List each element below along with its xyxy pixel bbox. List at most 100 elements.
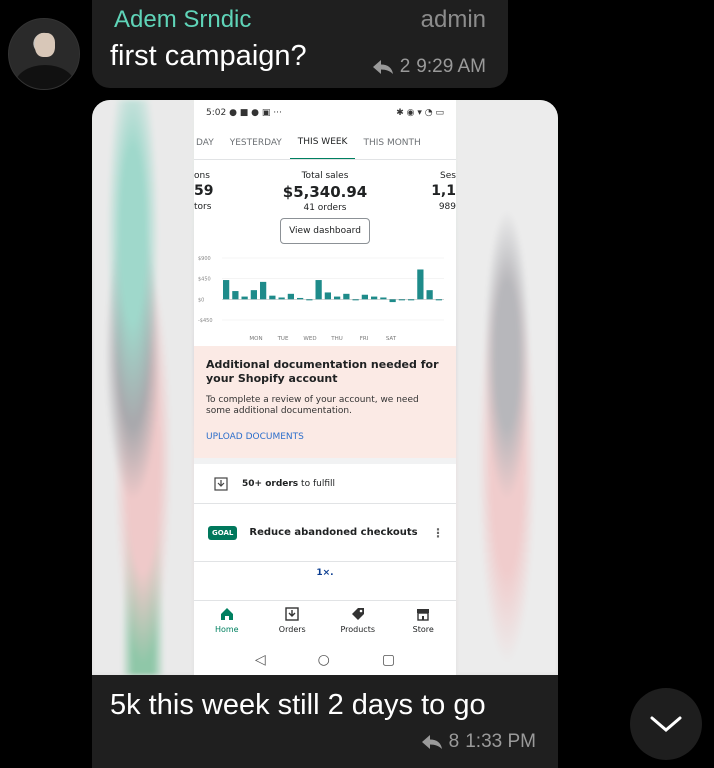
android-nav-bar: ◁ ○ ▢: [194, 644, 456, 675]
tab-yesterday[interactable]: YESTERDAY: [222, 126, 290, 159]
goal-card[interactable]: GOAL Reduce abandoned checkouts ⋮: [194, 504, 456, 562]
view-dashboard-button[interactable]: View dashboard: [280, 218, 370, 244]
chart-bar: [343, 293, 350, 300]
orders-to-fulfill-card[interactable]: 50+ orders to fulfill: [194, 458, 456, 504]
partial-content: 1×.: [316, 568, 334, 578]
total-sales-orders: 41 orders: [303, 203, 347, 214]
avatar-face: [35, 33, 55, 57]
chart-bar: [287, 293, 294, 300]
orders-icon: [285, 607, 299, 621]
nav-home-label: Home: [214, 625, 239, 634]
message-time-2: 1:33 PM: [465, 731, 536, 752]
nav-home[interactable]: Home: [197, 601, 257, 644]
more-options-icon[interactable]: ⋮: [432, 526, 444, 540]
nav-store[interactable]: Store: [393, 601, 453, 644]
orders-count: 50+ orders: [242, 478, 299, 489]
x-tick-label: TUE: [277, 336, 289, 342]
y-tick-label: -$450: [198, 318, 213, 324]
total-sales-value: $5,340.94: [282, 183, 368, 202]
period-tabs: DAY YESTERDAY THIS WEEK THIS MONTH: [194, 126, 456, 160]
message-time-1: 9:29 AM: [416, 56, 486, 77]
avatar-shirt: [15, 65, 75, 89]
chart-bar: [306, 299, 313, 301]
chart-bar: [380, 297, 387, 300]
tab-this-week[interactable]: THIS WEEK: [289, 126, 356, 159]
nav-orders[interactable]: Orders: [262, 601, 322, 644]
recents-icon[interactable]: ▢: [382, 652, 395, 668]
goal-badge: GOAL: [208, 525, 238, 540]
nav-products[interactable]: Products: [328, 601, 388, 644]
upload-documents-link[interactable]: UPLOAD DOCUMENTS: [206, 432, 444, 442]
metrics-row: ons 59 tors Total sales $5,340.94 41 ord…: [194, 160, 456, 218]
scroll-down-button[interactable]: [630, 688, 702, 760]
total-sales-label: Total sales: [301, 171, 349, 181]
home-icon: [220, 608, 233, 620]
y-tick-label: $0: [198, 297, 204, 303]
y-tick-label: $900: [198, 256, 211, 262]
chart-bar: [315, 280, 322, 300]
orders-rest: to fulfill: [301, 478, 335, 489]
reply-icon: [372, 60, 393, 74]
tab-this-month[interactable]: THIS MONTH: [355, 126, 428, 159]
chart-bar: [269, 295, 276, 300]
goal-text: Reduce abandoned checkouts: [249, 527, 418, 538]
store-icon: [417, 609, 430, 621]
chart-bar: [297, 297, 304, 300]
message-bubble-1[interactable]: Adem Srndic admin first campaign? 2 9:29…: [92, 0, 508, 88]
message-meta-1: 2 9:29 AM: [372, 56, 486, 78]
metric-right: Ses 1,1 989: [431, 170, 456, 213]
chart-bar: [324, 292, 331, 300]
message-text-2: 5k this week still 2 days to go: [110, 689, 486, 721]
documentation-notice: Additional documentation needed for your…: [194, 346, 456, 458]
orders-download-icon: [214, 476, 228, 491]
bottom-nav: Home Orders Products Store: [194, 600, 456, 644]
chart-bar: [426, 290, 433, 300]
chart-bar: [232, 291, 239, 300]
chart-bar: [417, 269, 424, 300]
x-tick-label: SAT: [386, 336, 397, 342]
chart-bar: [250, 290, 257, 300]
x-tick-label: THU: [330, 336, 343, 342]
chart-bar: [398, 299, 405, 301]
chart-bar: [334, 296, 341, 300]
chart-bar: [435, 299, 442, 301]
screenshot-media[interactable]: 5:02 ● ■ ● ▣ ··· ✱ ◉ ▾ ◔ ▭ DAY YESTERDAY…: [92, 100, 558, 675]
phone-status-bar: 5:02 ● ■ ● ▣ ··· ✱ ◉ ▾ ◔ ▭: [194, 100, 456, 126]
tag-icon: [351, 608, 364, 620]
blurred-background-left: [92, 100, 194, 675]
back-icon[interactable]: ◁: [255, 652, 266, 668]
chart-bar: [352, 299, 359, 301]
x-tick-label: WED: [303, 336, 316, 342]
nav-orders-label: Orders: [278, 625, 306, 634]
message-bubble-2[interactable]: 5k this week still 2 days to go 8 1:33 P…: [92, 675, 558, 768]
chevron-down-icon: [650, 716, 682, 732]
message-text-1: first campaign?: [110, 40, 307, 72]
sender-avatar[interactable]: [8, 18, 80, 90]
status-icons: ✱ ◉ ▾ ◔ ▭: [396, 108, 444, 118]
chart-bar: [361, 294, 368, 300]
metric-right-value: 1,1: [431, 183, 456, 200]
home-circle-icon[interactable]: ○: [318, 652, 330, 668]
nav-products-label: Products: [340, 625, 376, 634]
sender-name[interactable]: Adem Srndic: [114, 6, 251, 34]
phone-screenshot: 5:02 ● ■ ● ▣ ··· ✱ ◉ ▾ ◔ ▭ DAY YESTERDAY…: [194, 100, 456, 675]
x-tick-label: MON: [249, 336, 262, 342]
reply-icon: [421, 735, 442, 749]
chart-bar: [408, 299, 415, 301]
chart-bar: [260, 281, 267, 300]
status-time: 5:02 ● ■ ● ▣ ···: [206, 108, 282, 118]
notice-body: To complete a review of your account, we…: [206, 394, 419, 417]
nav-store-label: Store: [412, 625, 434, 634]
metric-right-sub: 989: [438, 202, 456, 213]
reply-count-1: 2: [399, 56, 411, 77]
tab-today[interactable]: DAY: [194, 126, 222, 159]
chart-bar: [389, 299, 396, 303]
chart-bar: [241, 296, 248, 300]
blurred-background-right: [456, 100, 558, 675]
sender-role: admin: [420, 6, 486, 33]
chart-bar: [278, 297, 285, 300]
message-meta-2: 8 1:33 PM: [421, 731, 536, 753]
reply-count-2: 8: [448, 731, 460, 752]
y-tick-label: $450: [198, 277, 211, 283]
chart-bar: [223, 280, 230, 300]
